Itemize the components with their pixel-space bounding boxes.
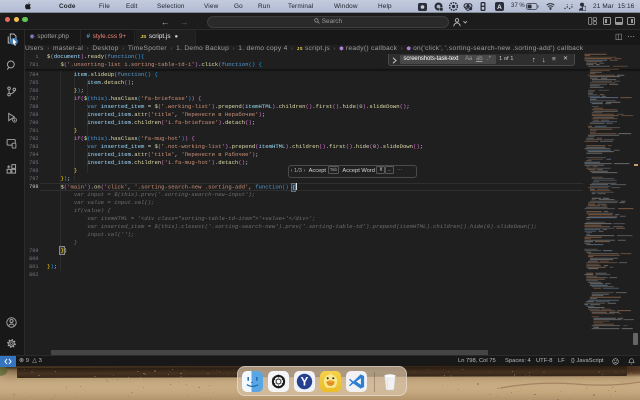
svg-text:A: A [497,4,502,11]
svg-text:Y: Y [301,377,309,389]
